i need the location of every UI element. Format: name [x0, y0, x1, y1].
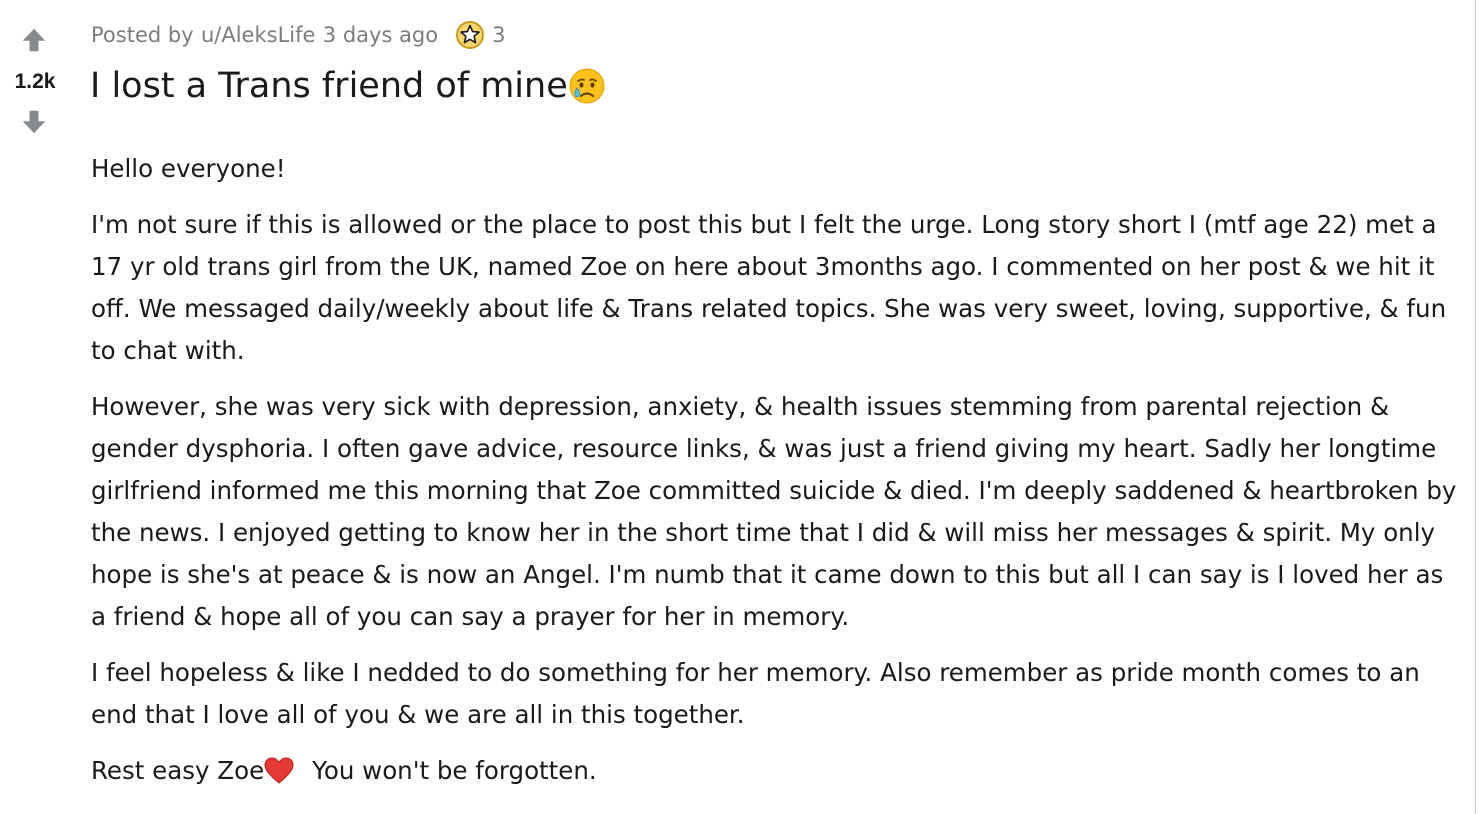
author-link[interactable]: u/AleksLife: [201, 23, 315, 47]
vote-column: 1.2k: [0, 0, 70, 150]
upvote-button[interactable]: [18, 24, 50, 56]
post-body: Hello everyone! I'm not sure if this is …: [91, 148, 1461, 806]
award-count: 3: [492, 23, 506, 47]
post-meta: Posted by u/AleksLife 3 days ago 3: [91, 18, 505, 52]
body-paragraph-1: Hello everyone!: [91, 154, 286, 183]
vote-score: 1.2k: [14, 70, 56, 93]
award-badge[interactable]: 3: [454, 20, 505, 50]
post-time: 3 days ago: [322, 23, 439, 47]
posted-by-label: Posted by: [91, 23, 194, 47]
body-paragraph-4: I feel hopeless & like I nedded to do so…: [91, 658, 1420, 729]
downvote-button[interactable]: [18, 106, 50, 138]
arrow-up-icon: [22, 28, 46, 52]
arrow-down-icon: [22, 110, 46, 134]
closing-text-1: Rest easy Zoe: [91, 756, 265, 785]
red-heart-icon: [264, 757, 294, 784]
body-paragraph-2: I'm not sure if this is allowed or the p…: [91, 210, 1447, 365]
closing-text-2: You won't be forgotten.: [312, 756, 597, 785]
post-title[interactable]: I lost a Trans friend of mine: [90, 66, 606, 106]
crying-face-icon: [569, 68, 605, 104]
award-icon: [456, 21, 485, 49]
post-title-text: I lost a Trans friend of mine: [90, 66, 568, 106]
body-closing: Rest easy Zoe You won't be forgotten.: [91, 750, 1461, 792]
post-card: 1.2k Posted by u/AleksLife 3 days ago 3 …: [0, 0, 1476, 814]
body-paragraph-3: However, she was very sick with depressi…: [91, 392, 1457, 631]
